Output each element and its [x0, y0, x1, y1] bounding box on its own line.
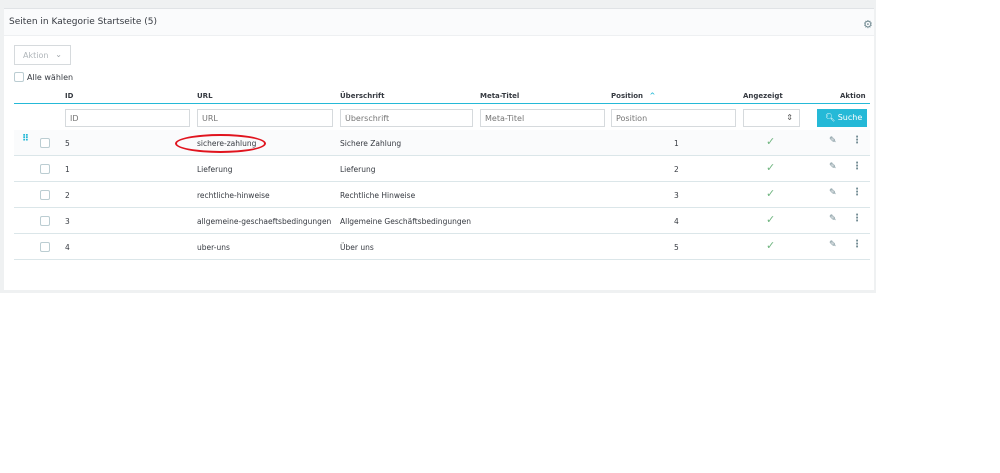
search-label: Suche — [837, 113, 863, 122]
table-row[interactable]: ⠿ 5 sichere-zahlung Sichere Zahlung 1 ✓ ✎ ⋮ — [14, 130, 870, 156]
check-icon[interactable]: ✓ — [766, 239, 775, 252]
cell-position[interactable]: 2 — [674, 165, 679, 174]
row-checkbox[interactable] — [40, 216, 50, 226]
cell-url: uber-uns — [197, 243, 230, 252]
filter-shown-select[interactable]: ⇕ — [743, 109, 800, 127]
header-divider — [14, 103, 870, 104]
check-icon[interactable]: ✓ — [766, 135, 775, 148]
filter-meta-input[interactable] — [480, 109, 605, 127]
filter-heading-input[interactable] — [340, 109, 473, 127]
table-row[interactable]: 3 allgemeine-geschaeftsbedingungen Allgeme… — [14, 208, 870, 234]
more-vertical-icon[interactable]: ⋮ — [852, 239, 862, 250]
cell-id: 3 — [65, 217, 70, 226]
cell-id: 2 — [65, 191, 70, 200]
row-checkbox[interactable] — [40, 242, 50, 252]
more-vertical-icon[interactable]: ⋮ — [852, 187, 862, 198]
column-header-id[interactable]: ID — [65, 92, 73, 100]
row-checkbox[interactable] — [40, 190, 50, 200]
gear-icon[interactable]: ⚙ — [863, 18, 873, 31]
select-arrows-icon: ⇕ — [786, 113, 793, 122]
cell-heading: Allgemeine Geschäftsbedingungen — [340, 217, 471, 226]
pencil-icon[interactable]: ✎ — [829, 188, 837, 198]
column-header-shown[interactable]: Angezeigt — [743, 92, 783, 100]
pencil-icon[interactable]: ✎ — [829, 162, 837, 172]
filter-url-input[interactable] — [197, 109, 333, 127]
cell-id: 1 — [65, 165, 70, 174]
row-checkbox[interactable] — [40, 164, 50, 174]
table-row[interactable]: 1 Lieferung Lieferung 2 ✓ ✎ ⋮ — [14, 156, 870, 182]
bulk-action-label: Aktion — [23, 51, 49, 60]
table-row[interactable]: 2 rechtliche-hinweise Rechtliche Hinweise 3… — [14, 182, 870, 208]
pencil-icon[interactable]: ✎ — [829, 214, 837, 224]
cell-position[interactable]: 3 — [674, 191, 679, 200]
cell-id: 5 — [65, 139, 70, 148]
filter-position-input[interactable] — [611, 109, 736, 127]
more-vertical-icon[interactable]: ⋮ — [852, 161, 862, 172]
cell-url: rechtliche-hinweise — [197, 191, 270, 200]
cell-heading: Über uns — [340, 243, 374, 252]
column-header-action: Aktion — [840, 92, 866, 100]
pencil-icon[interactable]: ✎ — [829, 240, 837, 250]
column-header-heading[interactable]: Überschrift — [340, 92, 384, 100]
more-vertical-icon[interactable]: ⋮ — [852, 213, 862, 224]
column-header-position[interactable]: Position ^ — [611, 92, 655, 100]
select-all-checkbox[interactable] — [14, 72, 24, 82]
cell-position[interactable]: 4 — [674, 217, 679, 226]
column-header-meta[interactable]: Meta-Titel — [480, 92, 519, 100]
drag-handle-icon[interactable]: ⠿ — [22, 135, 29, 144]
filter-id-input[interactable] — [65, 109, 190, 127]
cell-heading: Rechtliche Hinweise — [340, 191, 416, 200]
pages-panel: Seiten in Kategorie Startseite (5) ⚙ Akt… — [4, 8, 874, 290]
bulk-action-dropdown[interactable]: Aktion ⌄ — [14, 45, 71, 65]
check-icon[interactable]: ✓ — [766, 213, 775, 226]
search-button[interactable]: 🔍︎ Suche — [817, 109, 867, 127]
panel-title: Seiten in Kategorie Startseite (5) — [9, 17, 157, 27]
column-header-url[interactable]: URL — [197, 92, 213, 100]
check-icon[interactable]: ✓ — [766, 187, 775, 200]
cell-url: allgemeine-geschaeftsbedingungen — [197, 217, 332, 226]
check-icon[interactable]: ✓ — [766, 161, 775, 174]
row-checkbox[interactable] — [40, 138, 50, 148]
red-annotation-circle — [175, 134, 266, 153]
cell-url: Lieferung — [197, 165, 233, 174]
select-all-label: Alle wählen — [27, 72, 74, 82]
chevron-down-icon: ⌄ — [55, 50, 62, 59]
select-all[interactable]: Alle wählen — [14, 72, 73, 82]
pencil-icon[interactable]: ✎ — [829, 136, 837, 146]
more-vertical-icon[interactable]: ⋮ — [852, 135, 862, 146]
cell-position[interactable]: 5 — [674, 243, 679, 252]
cell-heading: Lieferung — [340, 165, 376, 174]
cell-heading: Sichere Zahlung — [340, 139, 402, 148]
sort-asc-icon[interactable]: ^ — [649, 92, 655, 100]
table-row[interactable]: 4 uber-uns Über uns 5 ✓ ✎ ⋮ — [14, 234, 870, 260]
panel-header: Seiten in Kategorie Startseite (5) ⚙ — [4, 9, 874, 36]
position-label: Position — [611, 92, 644, 100]
cell-id: 4 — [65, 243, 70, 252]
cell-position[interactable]: 1 — [674, 139, 679, 148]
search-icon: 🔍︎ — [825, 113, 836, 122]
